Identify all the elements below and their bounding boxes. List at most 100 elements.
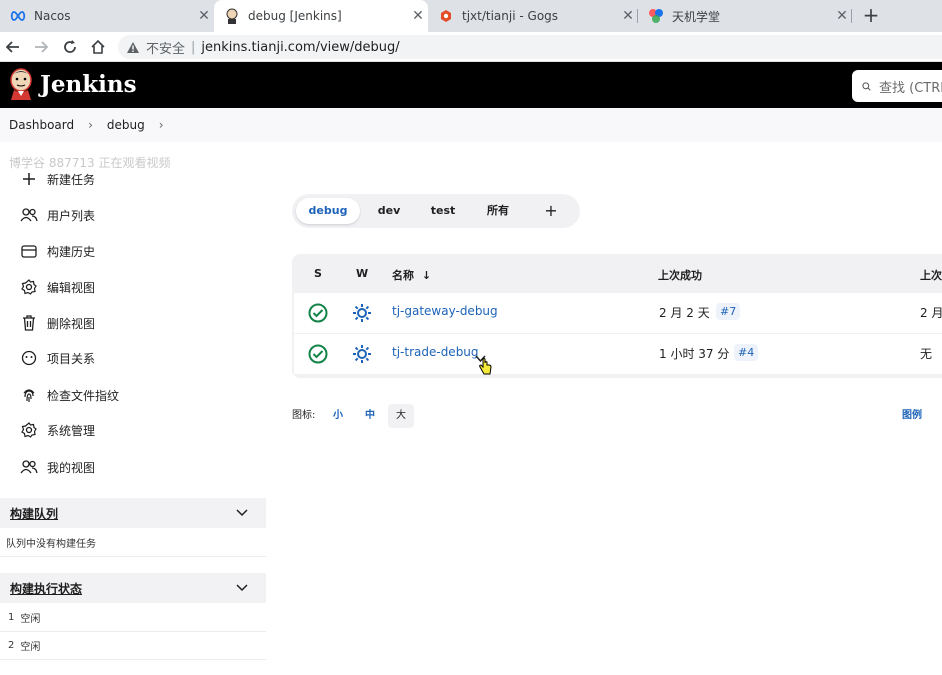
url-separator: | xyxy=(191,39,196,55)
breadcrumb-dashboard[interactable]: Dashboard xyxy=(9,118,74,132)
plus-icon xyxy=(20,170,38,188)
executors-title[interactable]: 构建执行状态 xyxy=(10,580,236,597)
chevron-down-icon[interactable] xyxy=(236,581,248,595)
table-row: tj-trade-debug 1 小时 37 分 #4 无 xyxy=(294,334,942,374)
tab-title: 天机学堂 xyxy=(672,9,721,24)
tab-title: Nacos xyxy=(34,9,71,23)
hand-cursor-icon xyxy=(478,358,492,380)
icon-size-small[interactable]: 小 xyxy=(325,404,351,428)
breadcrumb-debug[interactable]: debug xyxy=(107,118,145,132)
tab-dev[interactable]: dev xyxy=(366,198,412,224)
last-failure-time: 无 xyxy=(920,347,933,361)
column-header-weather[interactable]: W xyxy=(356,267,368,280)
users-icon xyxy=(20,458,38,476)
tab-debug[interactable]: debug xyxy=(296,198,360,224)
chevron-right-icon: › xyxy=(88,118,93,132)
home-button[interactable] xyxy=(87,36,109,58)
column-header-status[interactable]: S xyxy=(314,267,322,280)
job-link[interactable]: tj-trade-debug xyxy=(392,345,479,359)
build-number-link[interactable]: #4 xyxy=(734,344,759,361)
sidebar-item-new-job[interactable]: 新建任务 xyxy=(20,169,95,189)
gear-icon xyxy=(20,278,38,296)
chevron-right-icon[interactable]: › xyxy=(159,118,164,132)
executor-row: 1 空闲 xyxy=(0,604,266,632)
executor-row: 2 空闲 xyxy=(0,632,266,660)
sidebar-item-label: 用户列表 xyxy=(47,208,96,223)
search-input[interactable]: 查找 (CTRL+K) xyxy=(879,77,942,96)
job-link[interactable]: tj-gateway-debug xyxy=(392,304,498,318)
trash-icon xyxy=(20,314,38,332)
view-tabs: debug dev test 所有 + xyxy=(292,194,580,228)
executors-header[interactable]: 构建执行状态 xyxy=(0,573,266,603)
close-tab-icon[interactable]: ✕ xyxy=(408,8,428,24)
browser-tab-nacos[interactable]: Nacos ✕ xyxy=(0,0,214,32)
arrow-left-icon xyxy=(5,41,19,53)
browser-tab-jenkins[interactable]: debug [Jenkins] ✕ xyxy=(214,0,428,32)
sidebar-item-build-history[interactable]: 构建历史 xyxy=(20,241,95,261)
build-queue-title[interactable]: 构建队列 xyxy=(10,505,236,522)
breadcrumb: Dashboard › debug › xyxy=(0,108,942,142)
arrow-right-icon xyxy=(35,41,49,53)
sidebar-item-label: 我的视图 xyxy=(47,460,96,475)
jenkins-brand: Jenkins xyxy=(40,70,137,98)
close-tab-icon[interactable]: ✕ xyxy=(618,8,638,24)
success-status-icon xyxy=(308,303,328,326)
sidebar-item-manage[interactable]: 系统管理 xyxy=(20,420,95,440)
tab-test[interactable]: test xyxy=(420,198,466,224)
users-icon xyxy=(20,206,38,224)
build-number-link[interactable]: #7 xyxy=(716,303,741,320)
sidebar-item-fingerprint[interactable]: 检查文件指纹 xyxy=(20,385,119,405)
new-tab-button[interactable]: + xyxy=(858,4,884,28)
jenkins-logo[interactable]: Jenkins xyxy=(8,68,137,100)
last-failure-time: 2 月 xyxy=(920,306,942,320)
column-header-name[interactable]: 名称 ↓ xyxy=(392,267,431,283)
url-text: jenkins.tianji.com/view/debug/ xyxy=(201,39,400,55)
sidebar-item-users[interactable]: 用户列表 xyxy=(20,205,95,225)
home-icon xyxy=(91,39,105,54)
executor-number: 2 xyxy=(8,640,15,651)
build-queue-header[interactable]: 构建队列 xyxy=(0,498,266,528)
close-tab-icon[interactable]: ✕ xyxy=(194,8,214,24)
table-row: tj-gateway-debug 2 月 2 天 #7 2 月 xyxy=(294,293,942,333)
close-tab-icon[interactable]: ✕ xyxy=(832,8,852,24)
tab-title: tjxt/tianji - Gogs xyxy=(462,9,559,23)
legend-link[interactable]: 图例 xyxy=(902,406,922,421)
build-queue-empty: 队列中没有构建任务 xyxy=(0,529,266,557)
job-table: S W 名称 ↓ 上次成功 上次失败 tj-gateway-debug 2 月 … xyxy=(292,254,942,378)
last-success-time: 1 小时 37 分 xyxy=(659,347,730,361)
chevron-down-icon[interactable] xyxy=(236,506,248,520)
sidebar-item-my-views[interactable]: 我的视图 xyxy=(20,457,95,477)
address-bar-row: 不安全 | jenkins.tianji.com/view/debug/ xyxy=(0,32,942,62)
sidebar-item-delete-view[interactable]: 删除视图 xyxy=(20,313,95,333)
icon-size-medium[interactable]: 中 xyxy=(357,404,383,428)
executor-status: 空闲 xyxy=(20,614,41,625)
jenkins-header: Jenkins 查找 (CTRL+K) xyxy=(0,62,942,108)
tab-all[interactable]: 所有 xyxy=(476,198,520,224)
sidebar-item-label: 检查文件指纹 xyxy=(47,388,120,403)
column-header-last-success[interactable]: 上次成功 xyxy=(658,267,702,283)
last-success-time: 2 月 2 天 xyxy=(659,306,710,320)
insecure-label: 不安全 xyxy=(146,41,186,57)
add-view-button[interactable]: + xyxy=(538,198,564,224)
sidebar-item-label: 系统管理 xyxy=(47,423,96,438)
tianji-logo-icon xyxy=(648,8,664,24)
jenkins-butler-icon xyxy=(10,68,32,100)
back-button[interactable] xyxy=(2,36,24,58)
browser-tab-tianji[interactable]: 天机学堂 ✕ xyxy=(638,0,852,32)
tab-title: debug [Jenkins] xyxy=(248,9,342,23)
column-header-last-failure[interactable]: 上次失败 xyxy=(920,267,942,283)
icon-size-label: 图标: xyxy=(292,410,316,421)
sidebar-item-edit-view[interactable]: 编辑视图 xyxy=(20,277,95,297)
browser-tab-gogs[interactable]: tjxt/tianji - Gogs ✕ xyxy=(428,0,638,32)
search-box[interactable]: 查找 (CTRL+K) xyxy=(852,70,942,102)
history-icon xyxy=(20,242,38,260)
sidebar-item-label: 项目关系 xyxy=(47,351,96,366)
forward-button[interactable] xyxy=(30,36,52,58)
icon-size-large[interactable]: 大 xyxy=(388,404,414,428)
success-status-icon xyxy=(308,344,328,367)
reload-button[interactable] xyxy=(59,36,81,58)
url-bar[interactable]: 不安全 | jenkins.tianji.com/view/debug/ xyxy=(118,35,942,59)
sidebar-item-relationship[interactable]: 项目关系 xyxy=(20,348,95,368)
sidebar-item-label: 编辑视图 xyxy=(47,280,96,295)
browser-tab-strip: Nacos ✕ debug [Jenkins] ✕ tjxt/tianji - … xyxy=(0,0,942,32)
